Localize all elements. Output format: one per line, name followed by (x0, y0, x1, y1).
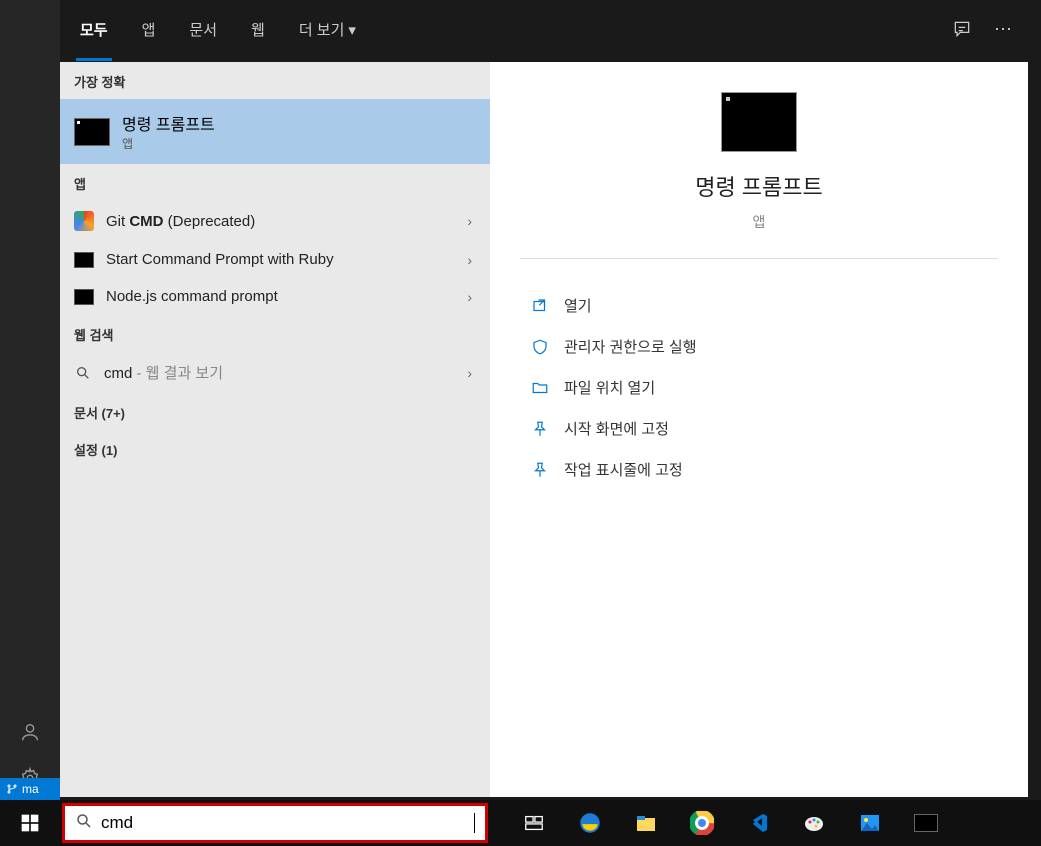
app-result-node-cmd[interactable]: Node.js command prompt › (60, 278, 490, 315)
action-label: 관리자 권한으로 실행 (564, 336, 697, 357)
action-label: 작업 표시줄에 고정 (564, 459, 683, 480)
best-match-title: 명령 프롬프트 (122, 111, 215, 135)
app-result-label: Git CMD (Deprecated) (106, 213, 255, 230)
preview-actions: 열기 관리자 권한으로 실행 파일 위치 열기 시작 화면에 고정 작업 표시줄… (520, 285, 998, 490)
search-icon (75, 812, 93, 835)
app-result-ruby-cmd[interactable]: Start Command Prompt with Ruby › (60, 241, 490, 278)
command-prompt-icon (74, 118, 110, 146)
app-result-git-cmd[interactable]: Git CMD (Deprecated) › (60, 201, 490, 241)
section-documents: 문서 (7+) (60, 393, 490, 430)
section-best-match: 가장 정확 (60, 62, 490, 99)
chevron-right-icon: › (467, 213, 472, 229)
more-options-icon[interactable]: ⋯ (994, 19, 1012, 44)
chevron-right-icon: › (467, 365, 472, 381)
section-web-search: 웹 검색 (60, 315, 490, 352)
tab-apps[interactable]: 앱 (138, 1, 160, 61)
git-branch-label: ma (22, 782, 39, 796)
ie-icon[interactable] (562, 800, 618, 846)
divider (520, 258, 998, 259)
action-label: 열기 (564, 295, 592, 316)
tab-more-label: 더 보기 (299, 19, 345, 40)
photos-icon[interactable] (842, 800, 898, 846)
taskbar-search-box[interactable] (62, 803, 488, 843)
app-result-label: Start Command Prompt with Ruby (106, 251, 334, 268)
terminal-icon (74, 289, 94, 305)
terminal-icon (74, 252, 94, 268)
preview-app-icon (721, 92, 797, 152)
task-view-icon[interactable] (506, 800, 562, 846)
tab-documents[interactable]: 문서 (185, 1, 221, 61)
git-branch-indicator[interactable]: ma (0, 778, 60, 800)
account-icon[interactable] (18, 720, 42, 744)
preview-title: 명령 프롬프트 (520, 170, 998, 202)
tab-all[interactable]: 모두 (76, 1, 112, 61)
action-open[interactable]: 열기 (530, 285, 988, 326)
chevron-right-icon: › (467, 252, 472, 268)
pin-icon (530, 460, 550, 480)
search-results-panel: 가장 정확 명령 프롬프트 앱 앱 Git CMD (Deprecated) ›… (60, 62, 490, 797)
explorer-icon[interactable] (618, 800, 674, 846)
action-run-admin[interactable]: 관리자 권한으로 실행 (530, 326, 988, 367)
search-tabs-header: 모두 앱 문서 웹 더 보기 ▾ ⋯ (60, 0, 1028, 62)
app-result-label: Node.js command prompt (106, 288, 278, 305)
start-button[interactable] (0, 800, 60, 846)
web-search-result[interactable]: cmd - 웹 결과 보기 › (60, 352, 490, 393)
taskbar (0, 800, 1041, 846)
action-open-file-location[interactable]: 파일 위치 열기 (530, 367, 988, 408)
open-icon (530, 296, 550, 316)
chevron-down-icon: ▾ (348, 21, 356, 39)
action-pin-taskbar[interactable]: 작업 표시줄에 고정 (530, 449, 988, 490)
action-pin-start[interactable]: 시작 화면에 고정 (530, 408, 988, 449)
paint-icon[interactable] (786, 800, 842, 846)
search-icon (74, 364, 92, 382)
pin-icon (530, 419, 550, 439)
web-result-label: cmd - 웹 결과 보기 (104, 362, 223, 383)
shield-icon (530, 337, 550, 357)
taskbar-icons (506, 800, 954, 846)
terminal-icon[interactable] (898, 800, 954, 846)
best-match-subtitle: 앱 (122, 135, 215, 152)
tab-more[interactable]: 더 보기 ▾ (295, 1, 360, 61)
preview-pane: 명령 프롬프트 앱 열기 관리자 권한으로 실행 파일 위치 열기 시작 화면에… (490, 62, 1028, 797)
folder-icon (530, 378, 550, 398)
tab-web[interactable]: 웹 (247, 1, 269, 61)
feedback-icon[interactable] (952, 19, 972, 44)
section-apps: 앱 (60, 164, 490, 201)
action-label: 시작 화면에 고정 (564, 418, 669, 439)
preview-subtitle: 앱 (520, 212, 998, 232)
git-icon (74, 211, 94, 231)
best-match-result[interactable]: 명령 프롬프트 앱 (60, 99, 490, 164)
section-settings: 설정 (1) (60, 430, 490, 467)
vscode-icon[interactable] (730, 800, 786, 846)
chevron-right-icon: › (467, 289, 472, 305)
action-label: 파일 위치 열기 (564, 377, 655, 398)
text-caret (474, 813, 475, 833)
taskbar-search-input[interactable] (101, 813, 466, 833)
chrome-icon[interactable] (674, 800, 730, 846)
app-sidebar (0, 0, 60, 800)
